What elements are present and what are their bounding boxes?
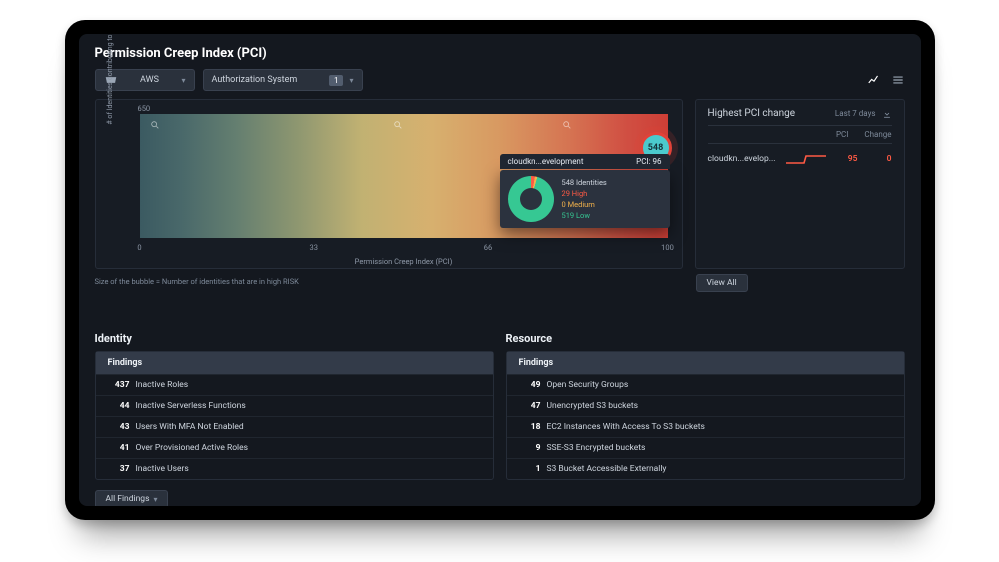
y-max: 650 (138, 104, 151, 113)
x-tick: 100 (661, 243, 674, 252)
zoom-icon[interactable] (150, 120, 160, 130)
change-table-row[interactable]: cloudkn...evelop... 95 0 (708, 152, 892, 166)
range-selector[interactable]: Last 7 days (835, 109, 892, 119)
auth-system-dropdown[interactable]: Authorization System 1 ▾ (203, 69, 363, 91)
legend-total: 548 Identities (562, 178, 607, 187)
chevron-down-icon: ▾ (349, 76, 353, 85)
zoom-icon[interactable] (393, 120, 403, 130)
resource-findings-box: Findings 49Open Security Groups47Unencry… (506, 351, 905, 480)
finding-item[interactable]: 437Inactive Roles (96, 374, 493, 395)
change-table-header: PCI Change (708, 125, 892, 144)
chevron-down-icon: ▾ (153, 495, 157, 504)
sparkline-icon (786, 152, 826, 166)
donut-icon (508, 176, 554, 222)
device-frame: Permission Creep Index (PCI) AWS ▾ Autho… (65, 20, 935, 520)
findings-row: Identity Findings 437Inactive Roles44Ina… (95, 332, 905, 506)
finding-item[interactable]: 44Inactive Serverless Functions (96, 395, 493, 416)
chart-area: 650 # of Identities contributing to PCI … (140, 114, 668, 238)
list-view-icon[interactable] (891, 73, 905, 87)
view-toggle (867, 73, 905, 87)
identity-subheader: Findings (96, 352, 493, 374)
resource-subheader: Findings (507, 352, 904, 374)
entry-change: 0 (858, 154, 892, 164)
highest-pci-change-panel: Highest PCI change Last 7 days PCI Chang… (695, 99, 905, 269)
chevron-down-icon: ▾ (181, 76, 185, 85)
app-screen: Permission Creep Index (PCI) AWS ▾ Autho… (79, 34, 921, 506)
th-change: Change (864, 130, 891, 139)
legend-medium: 0 Medium (562, 200, 607, 209)
resource-title: Resource (506, 332, 905, 345)
finding-item[interactable]: 18EC2 Instances With Access To S3 bucket… (507, 416, 904, 437)
identity-title: Identity (95, 332, 494, 345)
finding-item[interactable]: 41Over Provisioned Active Roles (96, 437, 493, 458)
bubble-tooltip: cloudkn...evelopment PCI: 96 548 Identit… (500, 170, 670, 228)
provider-label: AWS (140, 75, 159, 85)
download-icon[interactable] (882, 109, 892, 119)
auth-label: Authorization System (212, 75, 298, 85)
toolbar: AWS ▾ Authorization System 1 ▾ (95, 69, 905, 91)
finding-item[interactable]: 43Users With MFA Not Enabled (96, 416, 493, 437)
page-title: Permission Creep Index (PCI) (95, 46, 905, 61)
resource-column: Resource Findings 49Open Security Groups… (506, 332, 905, 506)
auth-count-badge: 1 (329, 75, 344, 86)
change-panel-title: Highest PCI change (708, 108, 796, 119)
legend-high: 29 High (562, 189, 607, 198)
tooltip-legend: 548 Identities 29 High 0 Medium 519 Low (562, 178, 607, 220)
finding-item[interactable]: 47Unencrypted S3 buckets (507, 395, 904, 416)
x-tick: 0 (137, 243, 141, 252)
view-all-button[interactable]: View All (696, 274, 748, 292)
zoom-icon[interactable] (562, 120, 572, 130)
finding-item[interactable]: 49Open Security Groups (507, 374, 904, 395)
tooltip-pci: PCI: 96 (636, 157, 661, 166)
tooltip-name: cloudkn...evelopment (508, 157, 584, 166)
chart-caption: Size of the bubble = Number of identitie… (95, 277, 905, 286)
pci-chart-panel: 650 # of Identities contributing to PCI … (95, 99, 683, 269)
identity-findings-box: Findings 437Inactive Roles44Inactive Ser… (95, 351, 494, 480)
chart-view-icon[interactable] (867, 73, 881, 87)
x-axis-label: Permission Creep Index (PCI) (355, 257, 453, 266)
finding-item[interactable]: 9SSE-S3 Encrypted buckets (507, 437, 904, 458)
entry-pci: 95 (834, 154, 858, 164)
entry-name: cloudkn...evelop... (708, 154, 786, 164)
top-row: 650 # of Identities contributing to PCI … (95, 99, 905, 269)
x-tick: 66 (484, 243, 492, 252)
all-findings-button[interactable]: All Findings ▾ (95, 490, 169, 506)
all-findings-label: All Findings (106, 494, 150, 504)
th-pci: PCI (836, 130, 848, 139)
legend-low: 519 Low (562, 211, 607, 220)
x-tick: 33 (310, 243, 318, 252)
range-label: Last 7 days (835, 109, 876, 118)
finding-item[interactable]: 1S3 Bucket Accessible Externally (507, 458, 904, 479)
y-axis-label: # of Identities contributing to PCI (106, 34, 114, 125)
finding-item[interactable]: 37Inactive Users (96, 458, 493, 479)
identity-column: Identity Findings 437Inactive Roles44Ina… (95, 332, 494, 506)
